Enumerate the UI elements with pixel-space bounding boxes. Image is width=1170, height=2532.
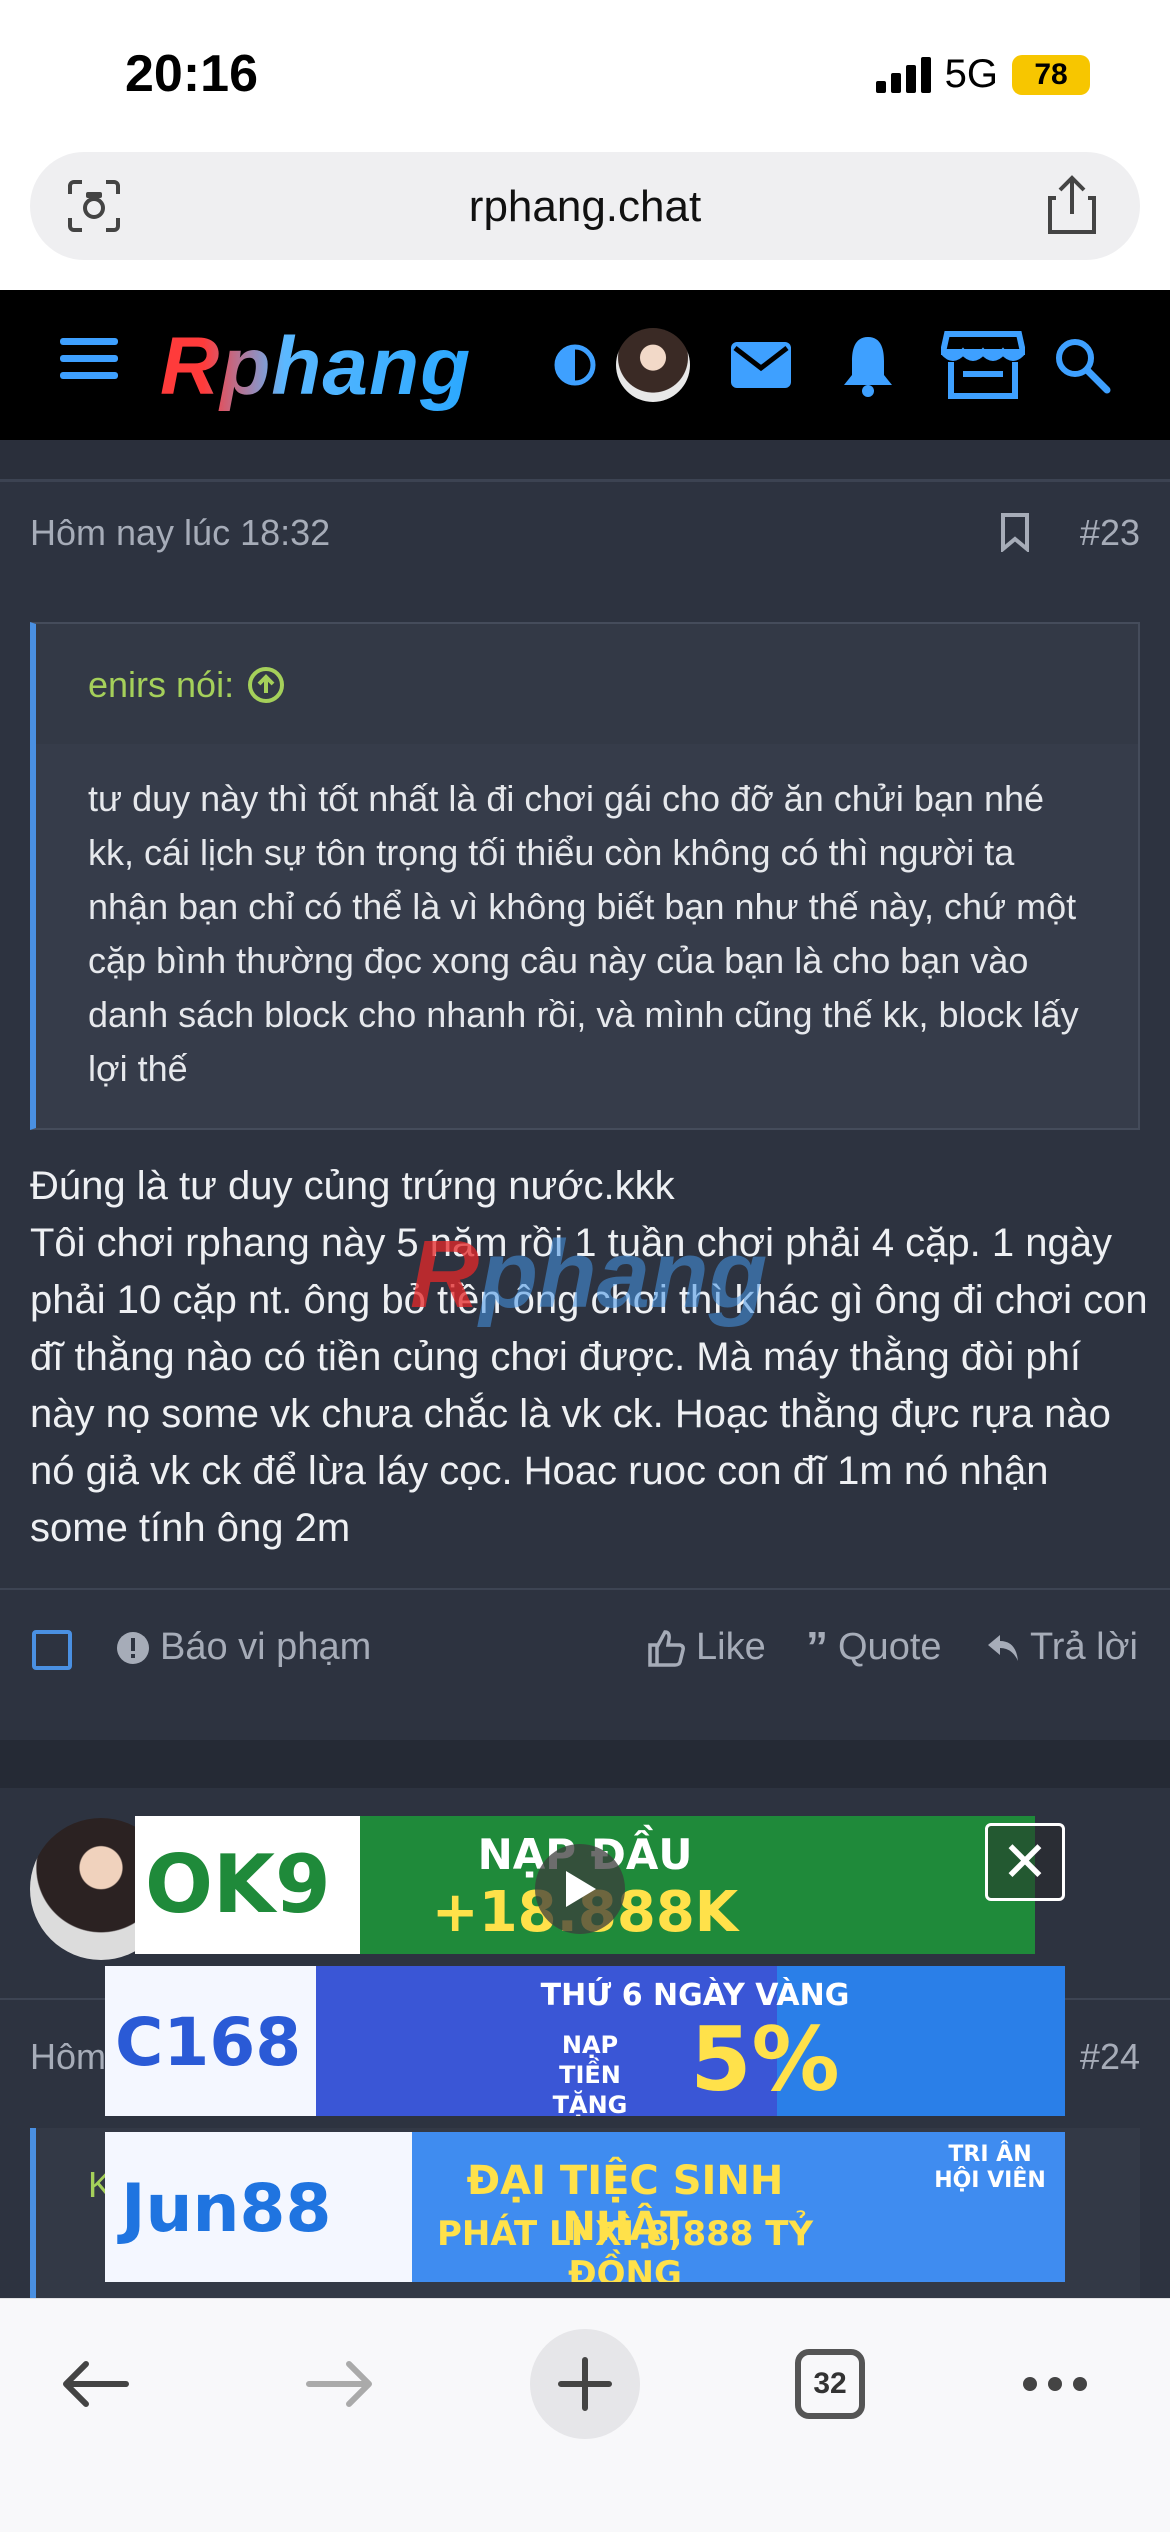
like-label: Like — [696, 1626, 766, 1668]
quote-author[interactable]: enirs nói: — [88, 664, 286, 706]
ad-tag: TRI ÂN HỘI VIÊN — [934, 2142, 1046, 2193]
mail-icon[interactable] — [728, 330, 794, 400]
new-tab-button[interactable] — [530, 2319, 640, 2449]
like-button[interactable]: Like — [646, 1626, 766, 1669]
post-body-line: Đúng là tư duy củng trứng nước.kkk — [30, 1164, 675, 1208]
site-header: Rphang — [0, 290, 1170, 440]
ad-brand: Jun88 — [121, 2170, 332, 2247]
battery-icon: 78 — [1012, 54, 1090, 95]
reply-arrow-icon — [988, 1634, 1018, 1661]
quote-text: tư duy này thì tốt nhất là đi chơi gái c… — [88, 778, 1079, 1089]
menu-icon[interactable] — [60, 338, 118, 384]
ad-brand: C168 — [115, 2004, 302, 2081]
quote-block: enirs nói: tư duy này thì tốt nhất là đi… — [30, 622, 1140, 1130]
user-avatar[interactable] — [616, 328, 690, 402]
network-label: 5G — [944, 52, 998, 96]
signal-icon — [875, 56, 931, 93]
ad-banner-ok9[interactable]: OK9 NẠP ĐẦU +18.888K — [135, 1816, 1035, 1954]
post-date[interactable]: Hôm nay lúc 18:32 — [30, 512, 330, 554]
browser-toolbar: 32 — [0, 2298, 1170, 2532]
status-indicators: 5G 78 — [875, 52, 1090, 97]
alert-icon — [117, 1631, 149, 1664]
post-number[interactable]: #24 — [1080, 2036, 1140, 2078]
theme-toggle-icon[interactable] — [550, 330, 600, 400]
jump-up-icon[interactable] — [246, 665, 286, 705]
store-icon[interactable] — [940, 330, 1026, 400]
post-date[interactable]: Hôm — [30, 2036, 106, 2078]
quote-author-name[interactable]: enirs nói: — [88, 664, 234, 706]
previous-post-bottom — [0, 440, 1170, 482]
address-bar[interactable]: rphang.chat — [30, 152, 1140, 260]
plus-icon — [530, 2329, 640, 2439]
thumbs-up-icon — [648, 1629, 685, 1667]
post-body: Đúng là tư duy củng trứng nước.kkk Tôi c… — [30, 1158, 1150, 1557]
ad-subline: PHÁT LÌ XÌ 8,888 TỶ ĐỒNG — [436, 2214, 814, 2282]
watermark-logo: Rphang — [410, 1221, 768, 1328]
select-checkbox[interactable] — [32, 1630, 72, 1670]
bell-icon[interactable] — [838, 330, 898, 400]
close-ad-icon[interactable]: ✕ — [985, 1823, 1065, 1901]
post-separator — [0, 1740, 1170, 1788]
report-button[interactable]: Báo vi phạm — [116, 1626, 371, 1669]
tabs-button[interactable]: 32 — [795, 2319, 865, 2449]
ad-brand: OK9 — [145, 1838, 331, 1931]
quote-header: enirs nói: — [36, 624, 1138, 744]
search-icon[interactable] — [1052, 330, 1112, 400]
ad-percent: 5% — [690, 2008, 840, 2111]
post-actions: Báo vi phạm Like ” Quote Trả lời — [0, 1588, 1170, 1710]
reply-label: Trả lời — [1030, 1626, 1138, 1668]
post-meta: Hôm nay lúc 18:32 #23 — [30, 512, 1140, 562]
site-logo[interactable]: Rphang — [160, 320, 471, 414]
quote-button[interactable]: ” Quote — [806, 1622, 942, 1672]
quote-label: Quote — [838, 1626, 942, 1668]
status-time: 20:16 — [125, 45, 258, 103]
post-number[interactable]: #23 — [1080, 512, 1140, 554]
report-label: Báo vi phạm — [160, 1626, 372, 1668]
status-bar: 20:16 5G 78 — [0, 0, 1170, 145]
url-text[interactable]: rphang.chat — [30, 182, 1140, 232]
ad-banner-jun88[interactable]: Jun88 ĐẠI TIỆC SINH NHẬT PHÁT LÌ XÌ 8,88… — [105, 2132, 1065, 2282]
back-icon[interactable] — [50, 2319, 140, 2449]
ad-badge: NẠP TIỀN TẶNG — [552, 2031, 628, 2116]
bookmark-icon[interactable] — [1000, 512, 1030, 552]
quote-marks-icon: ” — [806, 1622, 828, 1672]
ad-banner-c168[interactable]: C168 THỨ 6 NGÀY VÀNG NẠP TIỀN TẶNG 5% — [105, 1966, 1065, 2116]
tabs-count: 32 — [795, 2349, 865, 2419]
battery-level: 78 — [1034, 57, 1068, 91]
reply-button[interactable]: Trả lời — [986, 1626, 1138, 1669]
share-icon[interactable] — [1044, 174, 1100, 236]
more-icon[interactable] — [1010, 2319, 1100, 2449]
forward-icon[interactable] — [295, 2319, 385, 2449]
play-icon[interactable] — [535, 1844, 625, 1934]
